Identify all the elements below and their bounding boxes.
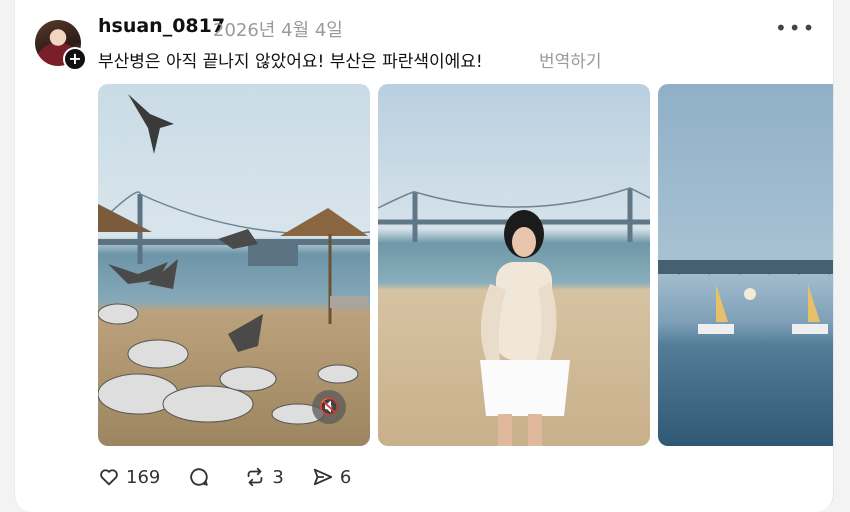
share-count: 6	[339, 466, 352, 488]
reply-button[interactable]	[188, 466, 216, 488]
like-count: 169	[126, 466, 161, 488]
heart-icon	[100, 469, 118, 486]
like-button[interactable]: 169	[98, 466, 160, 488]
username[interactable]: hsuan_0817	[98, 15, 225, 37]
post-text: 부산병은 아직 끝나지 않았어요! 부산은 파란색이에요!	[98, 52, 483, 72]
post-card: + hsuan_0817 2026년 4월 4일 ••• 부산병은 아직 끝나지…	[14, 0, 834, 512]
repost-count: 3	[272, 466, 284, 488]
action-bar: 169 3 6	[98, 466, 379, 488]
post-date[interactable]: 2026년 4월 4일	[213, 16, 343, 42]
more-options-button[interactable]: •••	[775, 16, 816, 40]
sailboats-image	[658, 260, 833, 334]
translate-button[interactable]: 번역하기	[539, 47, 602, 72]
woman-beach-image	[378, 187, 650, 446]
media-photo-woman-beach[interactable]	[378, 84, 650, 446]
repost-button[interactable]: 3	[244, 466, 284, 488]
media-video-seagulls[interactable]: 🔇	[98, 84, 370, 446]
share-button[interactable]: 6	[312, 466, 351, 488]
repost-icon	[248, 467, 263, 487]
media-photo-sailboats[interactable]	[658, 84, 833, 446]
follow-plus-icon[interactable]: +	[63, 47, 87, 71]
mute-button[interactable]: 🔇	[312, 390, 346, 424]
send-icon	[313, 468, 332, 486]
comment-icon	[190, 468, 209, 486]
